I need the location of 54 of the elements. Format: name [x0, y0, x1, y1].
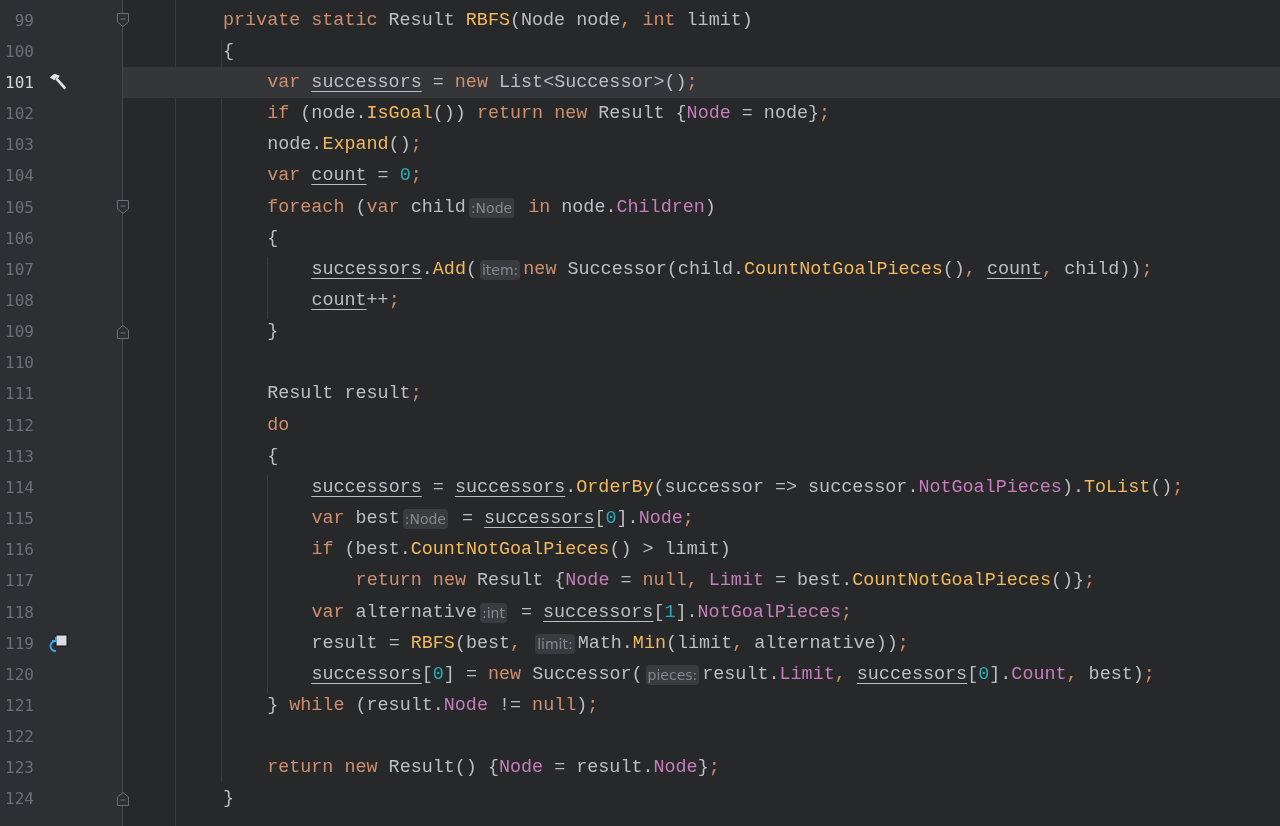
code-line: if (best.CountNotGoalPieces() > limit) — [311, 538, 731, 563]
code-line: result = RBFS(best, limit: Math.Min(limit, alternative)); — [311, 631, 909, 656]
code-line: successors[0] = new Successor( pieces: result.Limit, successors[0].Count, best); — [311, 662, 1155, 687]
line-number: 99 — [13, 9, 34, 32]
code-line: { — [267, 444, 279, 469]
line-number: 107 — [4, 258, 34, 281]
code-line: node.Expand(); — [267, 133, 422, 158]
code-line: } — [267, 320, 279, 345]
code-line: do — [267, 413, 290, 438]
line-number: 100 — [4, 40, 34, 63]
code-line: return new Result() {Node = result.Node}; — [267, 756, 720, 781]
code-line: count++; — [311, 289, 400, 313]
line-number: 112 — [4, 414, 34, 437]
code-line: var best :Node = successors[0].Node; — [311, 507, 694, 532]
code-line: var alternative :int = successors[1].NotGoalPieces; — [311, 600, 853, 625]
code-line: foreach (var child :Node in node.Children) — [267, 195, 716, 220]
code-line: { — [267, 226, 279, 251]
fold-marker-icon[interactable] — [116, 198, 130, 215]
line-number: 119 — [4, 632, 34, 655]
fold-marker-icon[interactable] — [116, 323, 130, 340]
line-number: 120 — [4, 663, 34, 686]
line-number: 101 — [4, 71, 34, 94]
line-number: 121 — [4, 695, 34, 717]
line-number: 104 — [4, 165, 34, 188]
code-line: } while (result.Node != null); — [267, 694, 599, 718]
code-line: var count = 0; — [267, 164, 422, 189]
code-line: return new Result {Node = null, Limit = best.CountNotGoalPieces()}; — [355, 569, 1096, 594]
fold-marker-icon[interactable] — [116, 12, 130, 28]
line-number: 122 — [4, 726, 34, 749]
line-number: 111 — [4, 383, 34, 406]
line-number: 110 — [4, 352, 34, 375]
code-line: { — [223, 39, 235, 64]
line-number: 105 — [4, 196, 34, 219]
line-number: 106 — [4, 227, 34, 250]
code-line: successors = successors.OrderBy(successor => successor.NotGoalPieces).ToList(); — [311, 475, 1184, 500]
fold-marker-icon[interactable] — [116, 790, 130, 807]
code-line: private static Result RBFS(Node node, int limit) — [223, 8, 753, 33]
code-line: } — [223, 787, 235, 812]
line-number: 117 — [4, 570, 34, 593]
line-number: 108 — [4, 290, 34, 312]
code-line: successors.Add( item: new Successor(child.CountNotGoalPieces(), count, child)); — [311, 257, 1153, 282]
line-number: 114 — [4, 476, 34, 499]
line-number: 123 — [4, 757, 34, 780]
line-number: 109 — [4, 321, 34, 344]
line-number: 118 — [4, 601, 34, 624]
code-line: var successors = new List<Successor>(); — [267, 70, 698, 95]
code-line: if (node.IsGoal()) return new Result {Node = node}; — [267, 102, 831, 127]
line-number: 113 — [4, 445, 34, 468]
line-number: 102 — [4, 103, 34, 126]
line-number: 103 — [4, 134, 34, 157]
code-line: Result result; — [267, 382, 422, 407]
line-number: 116 — [4, 539, 34, 562]
line-number: 115 — [4, 508, 34, 531]
line-number: 124 — [4, 788, 34, 811]
